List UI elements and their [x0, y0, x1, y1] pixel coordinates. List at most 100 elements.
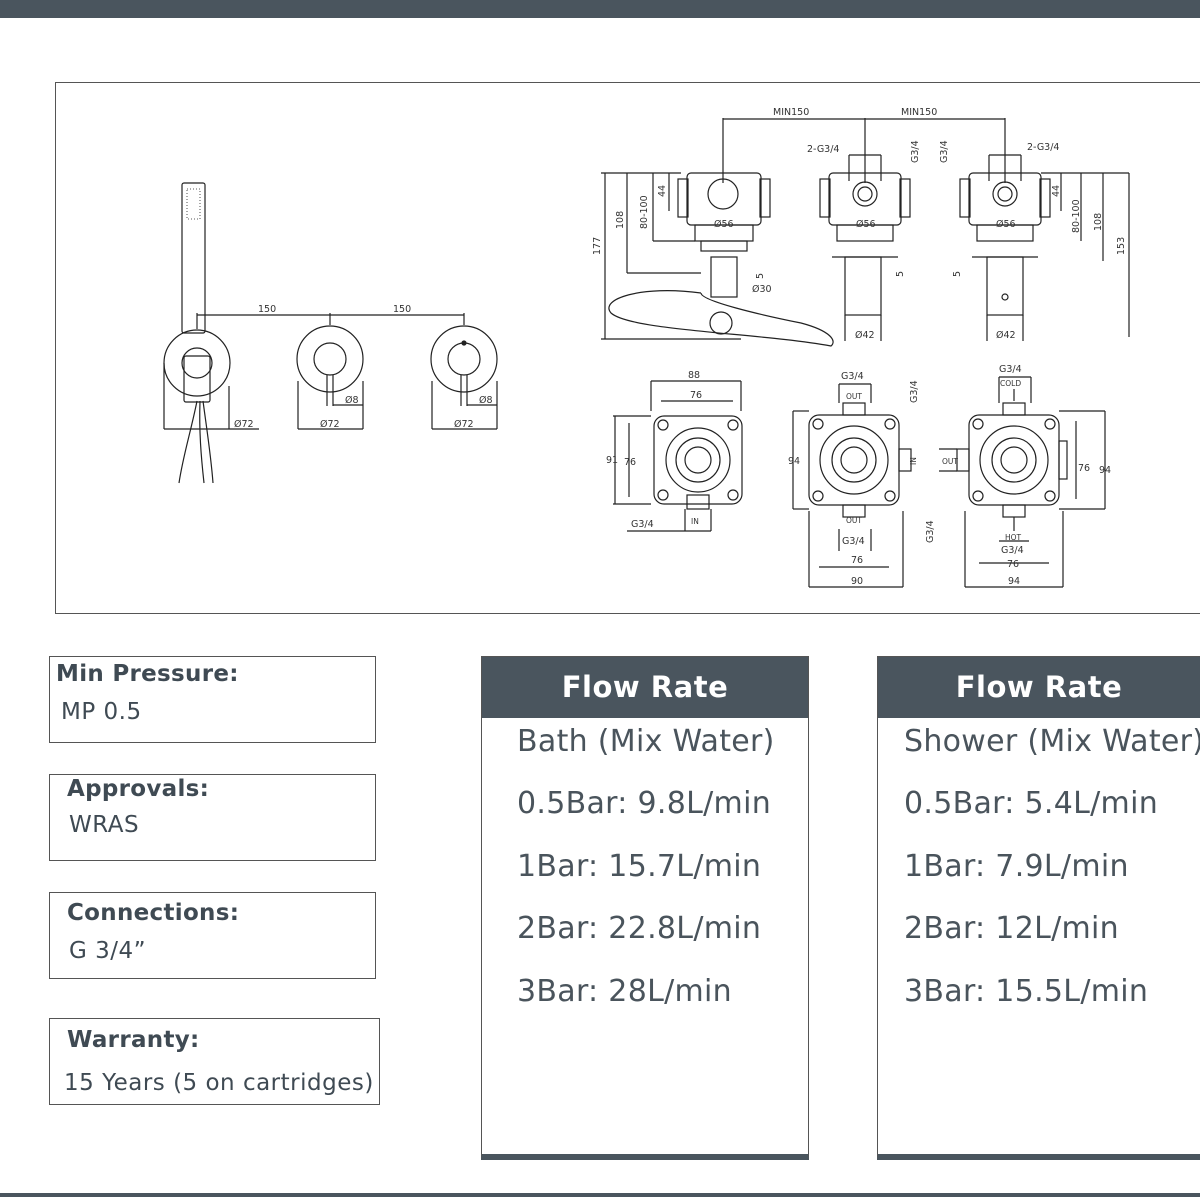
dim-h-91: 91	[606, 455, 618, 466]
flow-rate-row: 3Bar: 28L/min	[517, 974, 732, 1009]
dim-w-94: 94	[1008, 576, 1020, 587]
dim-h-108-2: 108	[1093, 213, 1104, 231]
flow-rate-row: 0.5Bar: 5.4L/min	[904, 786, 1159, 821]
dim-dia-56-1: Ø56	[714, 219, 734, 230]
dim-rose-1: Ø72	[234, 419, 254, 430]
dim-w-76-2: 76	[851, 555, 863, 566]
thread-in-1: G3/4	[631, 519, 654, 530]
dim-h-range-2: 80-100	[1071, 199, 1082, 233]
valve-plate-1	[700, 240, 748, 252]
dim-h-153: 153	[1116, 237, 1127, 255]
dim-dia-42-2: Ø42	[996, 330, 1016, 341]
spec-value: G 3/4”	[69, 938, 147, 964]
dim-gap-5-2: 5	[895, 271, 906, 277]
shower-spray-face	[186, 188, 201, 220]
lever-housing-2	[986, 256, 1024, 316]
control-knob-1	[313, 342, 347, 376]
spec-value: MP 0.5	[61, 699, 142, 725]
spec-warranty: Warranty: 15 Years (5 on cartridges)	[49, 1018, 380, 1105]
label-out-bottom: OUT	[846, 516, 862, 525]
dim-w-90: 90	[851, 576, 863, 587]
spec-label: Connections:	[67, 900, 240, 926]
spec-approvals: Approvals: WRAS	[49, 774, 376, 861]
label-out-left: OUT	[942, 457, 958, 466]
diverter-knob	[709, 311, 733, 335]
hose-line-1	[178, 400, 198, 484]
dim-min-spacing-1: MIN150	[773, 107, 809, 118]
control-knob-2	[447, 342, 481, 376]
dim-h-44-2: 44	[1051, 185, 1062, 197]
dim-h-177: 177	[592, 237, 603, 255]
flow-rate-row: 3Bar: 15.5L/min	[904, 974, 1149, 1009]
dim-h-108-1: 108	[615, 211, 626, 229]
rose-2	[296, 325, 364, 393]
dim-spacing-2: 150	[393, 304, 411, 315]
front-view	[163, 182, 498, 484]
valve-body-1	[686, 172, 762, 226]
dim-min-spacing-2: MIN150	[901, 107, 937, 118]
flow-rate-header: Flow Rate	[482, 657, 808, 718]
label-out-top: OUT	[846, 392, 862, 401]
mounting-plate-1	[613, 380, 743, 532]
spec-min-pressure: Min Pressure: MP 0.5	[49, 656, 376, 743]
spec-label: Approvals:	[67, 776, 210, 802]
thread-side: G3/4	[909, 380, 920, 403]
dim-h-76-1: 76	[624, 457, 636, 468]
dim-h-range-1: 80-100	[639, 195, 650, 229]
hand-shower-handle	[181, 182, 206, 334]
flow-rate-row: 2Bar: 12L/min	[904, 911, 1119, 946]
spec-value: 15 Years (5 on cartridges)	[64, 1070, 374, 1096]
outlet-holder	[181, 347, 213, 379]
dim-dia-42-1: Ø42	[855, 330, 875, 341]
thread-label-2: G3/4	[910, 140, 921, 163]
label-cold: COLD	[1000, 379, 1021, 388]
dim-rose-3: Ø72	[454, 419, 474, 430]
hose-loop	[608, 290, 834, 347]
flow-rate-row: 1Bar: 7.9L/min	[904, 849, 1129, 884]
top-bar	[0, 0, 1200, 18]
dim-w-76-1: 76	[690, 390, 702, 401]
thread-label-3: G3/4	[939, 140, 950, 163]
technical-drawing: 150 150 Ø72 Ø72 Ø72 Ø8 Ø8 MIN150 MIN150 …	[55, 82, 1200, 614]
dim-gap-5-1: 5	[755, 273, 766, 279]
flow-rate-row: 2Bar: 22.8L/min	[517, 911, 762, 946]
dim-h-44-1: 44	[657, 185, 668, 197]
dim-lever-1: Ø8	[345, 395, 359, 406]
spec-label: Warranty:	[67, 1027, 200, 1053]
dim-spacing-1: 150	[258, 304, 276, 315]
dim-dia-30: Ø30	[752, 284, 772, 295]
flow-rate-row: Shower (Mix Water)	[904, 724, 1200, 759]
lever-housing-1	[844, 256, 882, 316]
rose-3	[430, 325, 498, 393]
thread-out-bottom: G3/4	[842, 536, 865, 547]
technical-drawing-svg: 150 150 Ø72 Ø72 Ø72 Ø8 Ø8 MIN150 MIN150 …	[163, 107, 1130, 588]
dim-h-94-1: 94	[788, 456, 800, 467]
thread-cold: G3/4	[999, 364, 1022, 375]
dim-rose-2: Ø72	[320, 419, 340, 430]
spec-value: WRAS	[69, 812, 140, 838]
label-in-1: IN	[691, 517, 699, 526]
spec-label: Min Pressure:	[56, 661, 239, 687]
dim-w-88: 88	[688, 370, 700, 381]
flow-rate-header: Flow Rate	[878, 657, 1200, 718]
dim-dia-56-2: Ø56	[856, 219, 876, 230]
thread-hot: G3/4	[1001, 545, 1024, 556]
flow-rate-row: 1Bar: 15.7L/min	[517, 849, 762, 884]
flow-rate-bath-panel: Flow Rate Bath (Mix Water) 0.5Bar: 9.8L/…	[481, 656, 809, 1160]
thread-label-1: 2-G3/4	[807, 144, 839, 155]
thread-out-top: G3/4	[841, 371, 864, 382]
thread-left: G3/4	[925, 520, 936, 543]
label-in-side: IN	[909, 457, 918, 465]
flow-rate-row: 0.5Bar: 9.8L/min	[517, 786, 772, 821]
dim-dia-56-3: Ø56	[996, 219, 1016, 230]
dim-lever-2: Ø8	[479, 395, 493, 406]
dim-h-76-2: 76	[1078, 463, 1090, 474]
dim-w-76-3: 76	[1007, 559, 1019, 570]
bottom-rule	[0, 1193, 1200, 1197]
dim-h-94-2: 94	[1099, 465, 1111, 476]
thread-label-4: 2-G3/4	[1027, 142, 1059, 153]
label-hot: HOT	[1005, 533, 1022, 542]
flow-rate-shower-panel: Flow Rate Shower (Mix Water) 0.5Bar: 5.4…	[877, 656, 1200, 1160]
flow-rate-row: Bath (Mix Water)	[517, 724, 775, 759]
rose-1	[163, 329, 231, 397]
